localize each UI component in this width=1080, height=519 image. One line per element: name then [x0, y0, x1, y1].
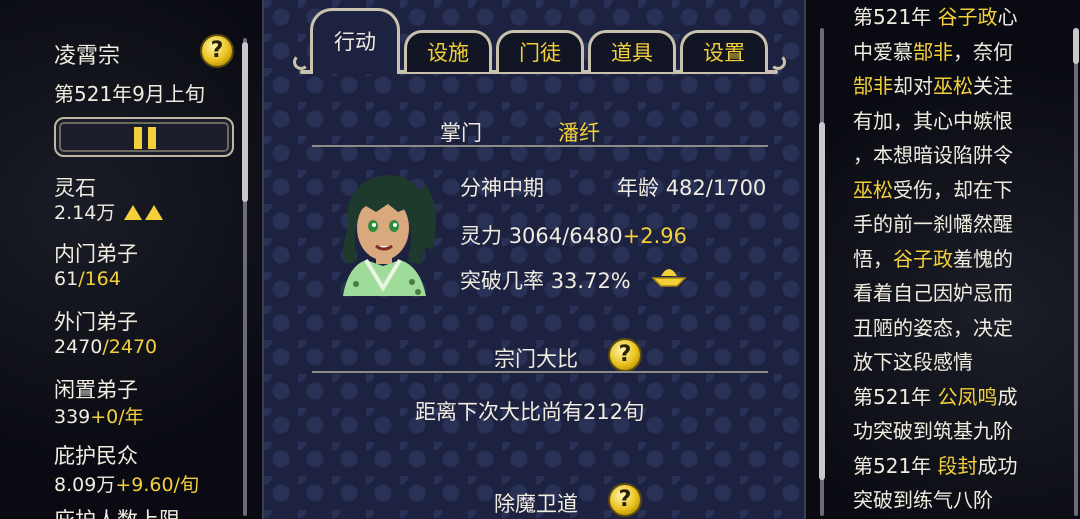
stat-value-spirit-stone: 2.14万	[54, 198, 164, 225]
tournament-countdown: 距离下次大比尚有212旬	[415, 400, 645, 424]
stat-label-idle-disciples: 闲置弟子	[54, 378, 138, 402]
stat-label-inner-disciples: 内门弟子	[54, 242, 138, 266]
leader-power: 灵力 3064/6480+2.96	[460, 224, 688, 248]
pause-icon-bar	[148, 127, 156, 149]
log-text: 功突破到筑基九阶	[853, 419, 1013, 443]
log-highlight-name[interactable]: 谷子政	[938, 5, 998, 29]
leader-breakthrough: 突破几率 33.72%	[460, 269, 631, 293]
log-line: 郜非却对巫松关注	[853, 69, 1053, 104]
demon-title: 除魔卫道	[494, 492, 578, 516]
log-line: 悟，谷子政羞愧的	[853, 242, 1053, 277]
tournament-help-icon[interactable]: ?	[608, 338, 642, 372]
log-text: 成功	[977, 453, 1018, 478]
log-text: 手的前一刹幡然醒	[853, 212, 1013, 236]
stat-value-outer-disciples: 2470/2470	[54, 336, 158, 358]
game-date: 第521年9月上旬	[54, 82, 205, 106]
log-text: 第521年	[853, 453, 938, 478]
log-text: 丑陋的姿态，决定	[853, 315, 1013, 340]
breakthrough-icon[interactable]	[651, 264, 687, 290]
log-highlight-name[interactable]: 巫松	[933, 74, 973, 98]
leader-realm: 分神中期	[460, 176, 544, 200]
log-line: 看着自己因妒忌而	[853, 276, 1053, 311]
log-text: 成	[997, 384, 1018, 409]
log-line: 丑陋的姿态，决定	[853, 311, 1053, 346]
stat-label-outer-disciples: 外门弟子	[54, 310, 138, 334]
tab-items[interactable]: 道具	[588, 30, 676, 72]
log-line: 功突破到筑基九阶	[853, 414, 1053, 449]
log-text: 关注	[973, 74, 1013, 98]
log-text: 受伤，却在下	[893, 177, 1013, 202]
tab-ornament-left	[293, 54, 309, 70]
log-text: 有加，其心中嫉恨	[853, 108, 1013, 133]
stat-value-protected-people: 8.09万+9.60/旬	[54, 474, 199, 496]
leader-portrait[interactable]	[328, 168, 438, 296]
log-highlight-name[interactable]: 段封	[938, 454, 978, 478]
log-line: ，本想暗设陷阱令	[853, 138, 1053, 173]
log-text: 却对	[893, 74, 933, 98]
divider	[312, 371, 768, 373]
log-line: 突破到练气八阶	[853, 483, 1053, 518]
log-text: ，奈何	[953, 39, 1013, 64]
log-line: 第521年 段封成功	[853, 449, 1053, 484]
log-text: 悟，	[853, 246, 893, 271]
log-highlight-name[interactable]: 郜非	[913, 40, 953, 64]
log-highlight-name[interactable]: 谷子政	[893, 247, 953, 271]
log-text: 放下这段感情	[853, 350, 973, 374]
log-text: 羞愧的	[953, 246, 1013, 271]
log-text: ，本想暗设陷阱令	[853, 143, 1013, 167]
tab-ornament-right	[770, 54, 786, 70]
leader-title-label: 掌门	[440, 121, 482, 145]
divider	[312, 145, 768, 147]
log-text: 第521年	[853, 5, 938, 29]
log-highlight-name[interactable]: 公凤鸣	[938, 385, 998, 409]
log-line: 有加，其心中嫉恨	[853, 104, 1053, 139]
log-line: 中爱慕郜非，奈何	[853, 35, 1053, 70]
sect-help-icon[interactable]: ?	[200, 34, 234, 68]
tab-disciples[interactable]: 门徒	[496, 30, 584, 72]
log-highlight-name[interactable]: 郜非	[853, 74, 893, 98]
pause-icon	[134, 127, 142, 149]
up-triangle-icon	[124, 205, 143, 220]
leader-name[interactable]: 潘纤	[558, 117, 600, 147]
center-scroll-thumb[interactable]	[819, 122, 825, 480]
tab-action[interactable]: 行动	[310, 8, 400, 74]
log-text: 看着自己因妒忌而	[853, 281, 1013, 305]
stat-label-protected-people: 庇护民众	[54, 444, 138, 468]
tournament-title: 宗门大比	[494, 347, 578, 371]
log-line: 第521年 谷子政心	[853, 0, 1053, 35]
log-text: 心	[997, 5, 1018, 29]
log-line: 手的前一刹幡然醒	[853, 207, 1053, 242]
log-text: 中爱慕	[853, 39, 913, 64]
event-log: 第521年 谷子政心 中爱慕郜非，奈何 郜非却对巫松关注 有加，其心中嫉恨 ，本想暗设陷…	[853, 0, 1053, 518]
up-triangle-icon	[145, 205, 164, 220]
leader-age: 年龄 482/1700	[617, 176, 767, 200]
log-line: 放下这段感情	[853, 345, 1053, 380]
log-line: 巫松受伤，却在下	[853, 173, 1053, 208]
log-scroll-thumb[interactable]	[1073, 28, 1079, 64]
demon-help-icon[interactable]: ?	[608, 483, 642, 517]
log-scrollbar[interactable]	[1074, 28, 1078, 516]
log-text: 突破到练气八阶	[853, 488, 993, 512]
tab-settings[interactable]: 设置	[680, 30, 768, 72]
tab-facilities[interactable]: 设施	[404, 30, 492, 72]
stat-value-idle-disciples: 339+0/年	[54, 406, 144, 428]
stat-label-protect-limit: 庇护人数上限	[54, 504, 180, 519]
pause-button[interactable]	[54, 117, 234, 157]
log-highlight-name[interactable]: 巫松	[853, 178, 893, 202]
stat-value-inner-disciples: 61/164	[54, 268, 121, 290]
log-text: 第521年	[853, 384, 938, 409]
sect-name: 凌霄宗	[54, 44, 121, 69]
left-scroll-thumb[interactable]	[242, 42, 248, 202]
log-line: 第521年 公凤鸣成	[853, 380, 1053, 415]
